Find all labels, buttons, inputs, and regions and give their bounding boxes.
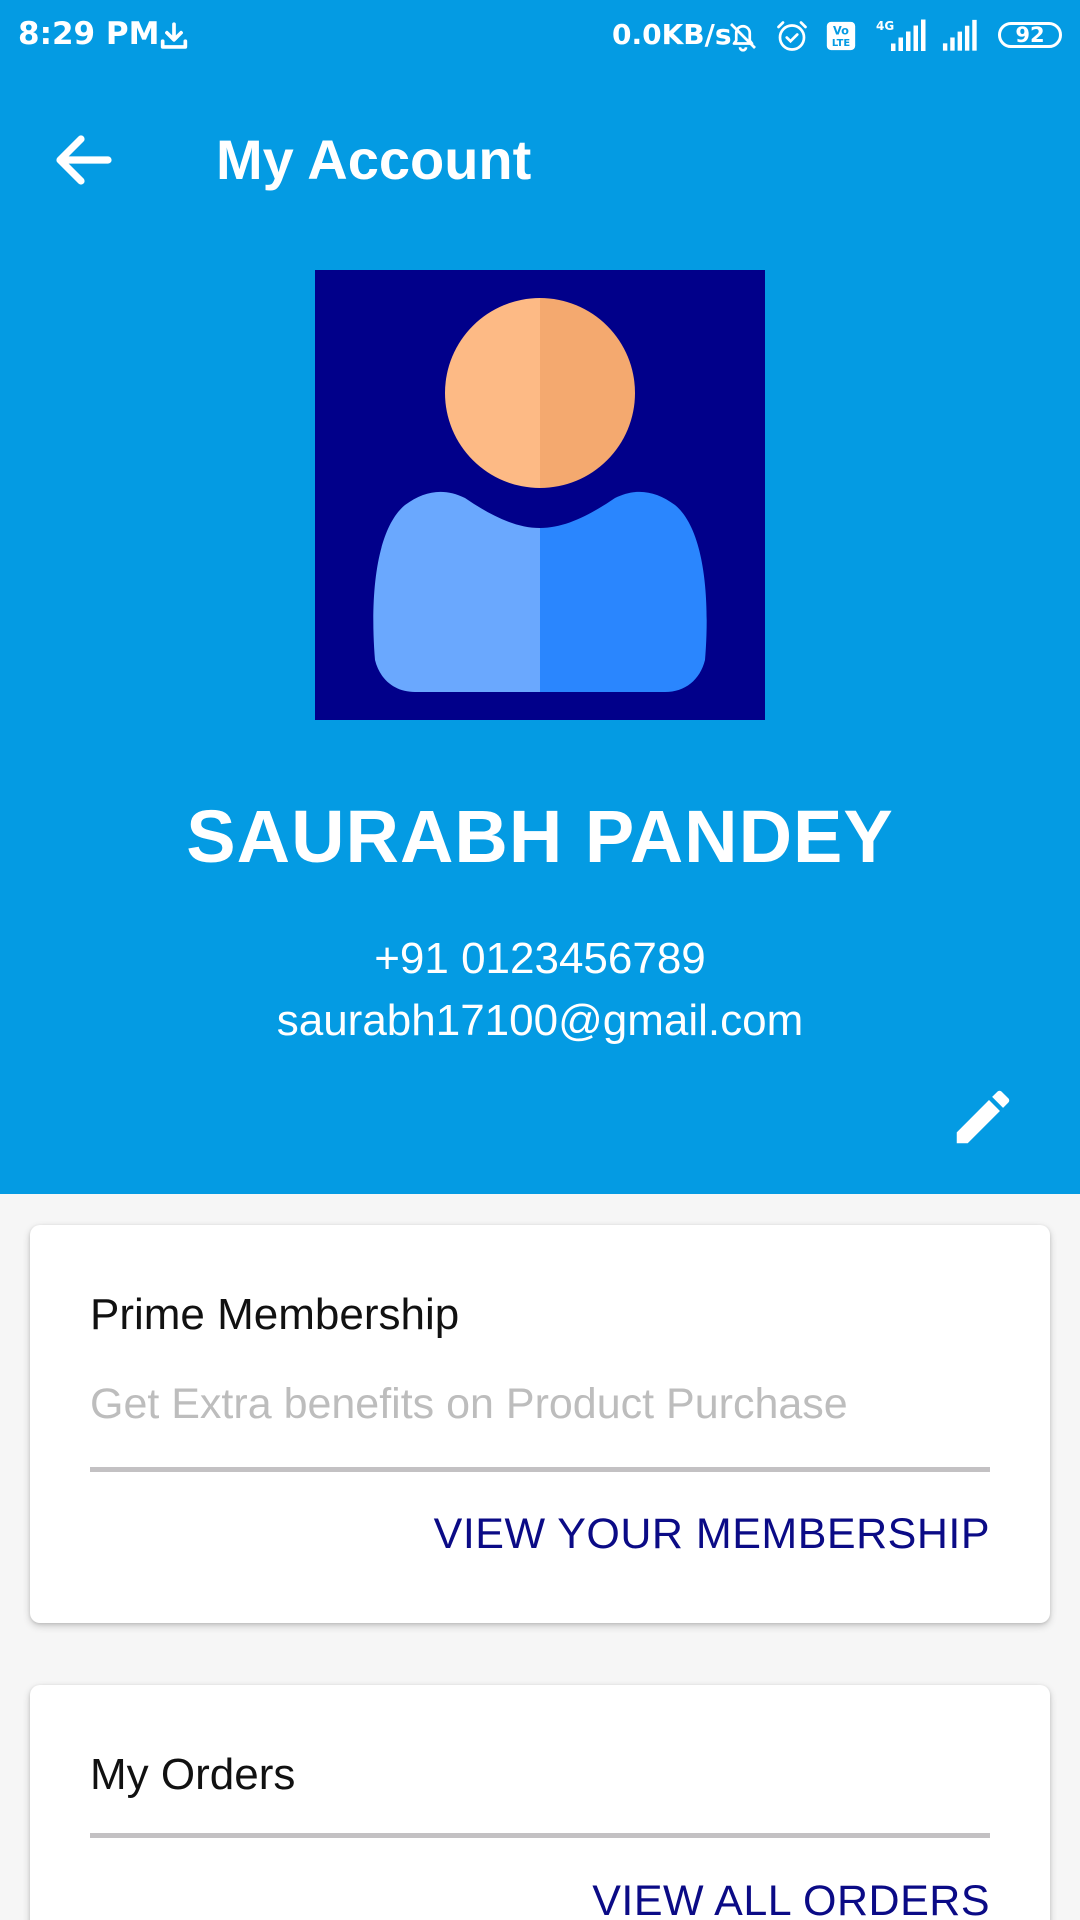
svg-text:4G: 4G <box>876 19 894 33</box>
orders-title: My Orders <box>90 1750 296 1799</box>
page-title: My Account <box>216 128 532 191</box>
alarm-icon <box>777 21 807 51</box>
volte-icon: Vo LTE <box>826 21 856 51</box>
screen: 8:29 PM 0.0KB/s Vo LTE 4G 92 My Account … <box>0 0 1080 1920</box>
pencil-icon[interactable] <box>948 1082 1018 1152</box>
signal-icon-2 <box>942 19 977 51</box>
membership-divider <box>90 1467 990 1472</box>
net-speed: 0.0KB/s <box>612 18 732 51</box>
svg-text:Vo: Vo <box>833 24 849 38</box>
orders-divider <box>90 1833 990 1838</box>
profile-phone: +91 0123456789 <box>374 934 706 983</box>
battery-icon: 92 <box>998 22 1062 48</box>
bell-off-icon <box>730 23 756 52</box>
view-membership-button[interactable]: VIEW YOUR MEMBERSHIP <box>434 1510 990 1559</box>
status-bar: 8:29 PM 0.0KB/s Vo LTE 4G 92 <box>0 0 1080 72</box>
membership-card: Prime Membership Get Extra benefits on P… <box>30 1225 1050 1623</box>
avatar[interactable] <box>315 270 765 720</box>
download-icon <box>160 22 188 49</box>
profile-name: SAURABH PANDEY <box>186 795 894 878</box>
orders-card: My Orders VIEW ALL ORDERS <box>30 1685 1050 1920</box>
user-avatar-icon <box>373 298 707 692</box>
view-all-orders-button[interactable]: VIEW ALL ORDERS <box>592 1877 990 1920</box>
profile-header: My Account SAURABH PANDEY +91 0123456789… <box>0 72 1080 1194</box>
membership-title: Prime Membership <box>90 1290 460 1339</box>
membership-subtitle: Get Extra benefits on Product Purchase <box>90 1380 848 1428</box>
arrow-back-icon[interactable] <box>48 124 120 196</box>
signal-icon: 4G <box>876 19 926 51</box>
profile-email: saurabh17100@gmail.com <box>276 996 804 1045</box>
svg-text:LTE: LTE <box>832 38 850 49</box>
status-time: 8:29 PM <box>18 16 160 52</box>
